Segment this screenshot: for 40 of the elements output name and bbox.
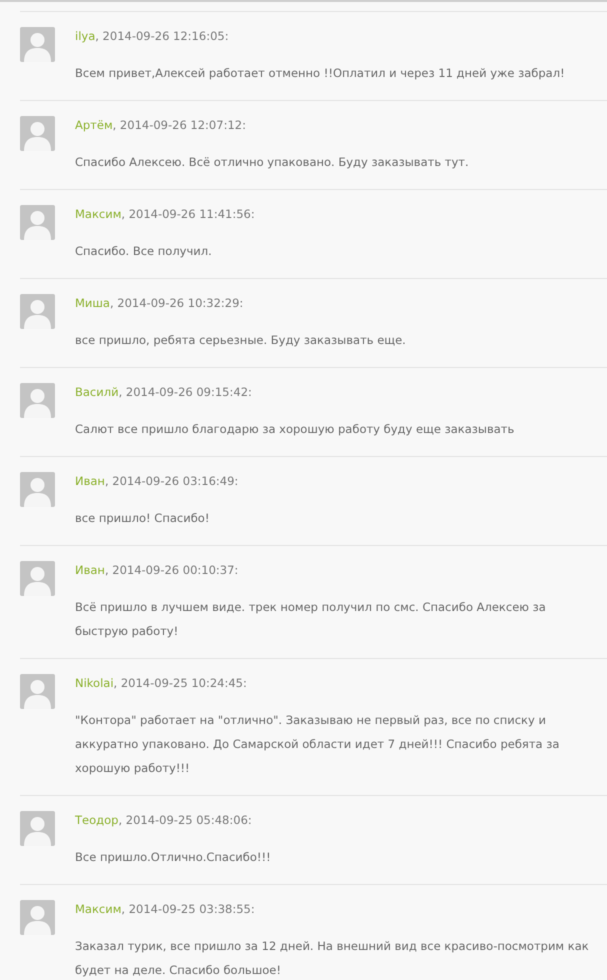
comment-text: Все пришло.Отлично.Спасибо!!! (75, 849, 272, 866)
comment-date: , 2014-09-26 10:32:29: (110, 296, 244, 310)
comment-text: Спасибо Алексею. Всё отлично упаковано. Буду заказывать тут. (75, 154, 470, 171)
avatar-icon (20, 383, 55, 418)
comment-date: , 2014-09-25 05:48:06: (118, 813, 252, 827)
avatar-icon (20, 900, 55, 935)
comment-date: , 2014-09-26 11:41:56: (121, 207, 255, 221)
author-link[interactable]: Иван (75, 563, 105, 577)
comment-text: все пришло! Спасибо! (75, 510, 210, 527)
author-link[interactable]: Василй (75, 385, 119, 399)
comment-text: Всё пришло в лучшем виде. трек номер получил по смс. Спасибо Алексею за быструю работу! (75, 599, 547, 640)
comment-text: Всем привет,Алексей работает отменно !!Оплатил и через 11 дней уже забрал! (75, 65, 566, 82)
author-link[interactable]: Иван (75, 474, 105, 488)
comment-date: , 2014-09-25 10:24:45: (114, 676, 247, 690)
comment-date: , 2014-09-26 09:15:42: (118, 385, 252, 399)
comment-date: , 2014-09-26 00:10:37: (104, 563, 238, 577)
author-link[interactable]: Максим (75, 207, 122, 221)
comment-text: Заказал турик, все пришло за 12 дней. На внешний вид все красиво-посмотрим как будет на деле. Спасибо большое! (75, 938, 590, 979)
comment-text: Спасибо. Все получил. (75, 243, 213, 260)
avatar-icon (20, 294, 55, 329)
avatar-icon (20, 811, 55, 846)
author-link[interactable]: ilya (75, 29, 96, 43)
comment-date: , 2014-09-26 03:16:49: (104, 474, 238, 488)
author-link[interactable]: Максим (75, 902, 122, 916)
comment-text: Салют все пришло благодарю за хорошую работу буду еще заказывать (75, 421, 516, 438)
comment-date: , 2014-09-26 12:07:12: (112, 118, 246, 132)
comment-date: , 2014-09-25 03:38:55: (121, 902, 255, 916)
avatar-icon (20, 472, 55, 507)
avatar-icon (20, 116, 55, 151)
comment-text: все пришло, ребята серьезные. Буду заказывать еще. (75, 332, 407, 349)
avatar-icon (20, 674, 55, 709)
avatar-icon (20, 205, 55, 240)
author-link[interactable]: Nikolai (75, 676, 114, 690)
avatar-icon (20, 27, 55, 62)
author-link[interactable]: Артём (75, 118, 113, 132)
author-link[interactable]: Миша (75, 296, 110, 310)
comment-text: "Контора" работает на "отлично". Заказываю не первый раз, все по списку и аккуратно упаковано. До Самарской области идет 7 дней!!! Спасибо ребята за хорошую работу!!! (75, 712, 560, 777)
author-link[interactable]: Теодор (75, 813, 118, 827)
comment-date: , 2014-09-26 12:16:05: (95, 29, 229, 43)
avatar-icon (20, 561, 55, 596)
